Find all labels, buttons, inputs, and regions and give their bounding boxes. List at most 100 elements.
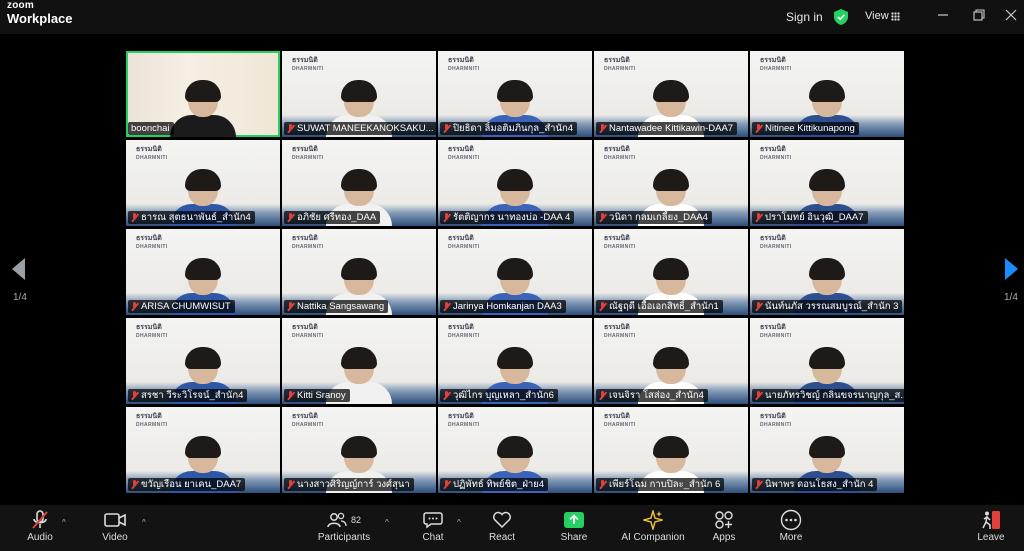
participant-video-tile[interactable]: ธรรมนิติ DHARMNITI เพียร์โฉม กาบปิละ_สำนัก…	[594, 407, 748, 493]
page-indicator-left: 1/4	[13, 292, 27, 303]
muted-mic-icon	[443, 124, 450, 133]
participant-name-label: วนิดา กลมเกลี้ยง_DAA4	[596, 211, 712, 224]
participant-video-tile[interactable]: ธรรมนิติ DHARMNITI นันท์นภัส วรรณสมบูรณ์_ส…	[750, 229, 904, 315]
participant-name-label: Nitinee Kittikunapong	[752, 122, 859, 135]
participant-name: วุฒิไกร บุญเหลา_สำนัก6	[453, 390, 554, 401]
participant-video-tile[interactable]: ธรรมนิติ DHARMNITI อภิชัย ศรีทอง_DAA	[282, 140, 436, 226]
apps-button[interactable]: Apps	[689, 508, 759, 543]
participant-name: SUWAT MANEEKANOKSAKU...	[297, 123, 434, 134]
minimize-icon[interactable]	[936, 8, 950, 22]
participant-video-tile[interactable]: ธรรมนิติ DHARMNITI ขวัญเรือน ยาเคน_DAA7	[126, 407, 280, 493]
muted-mic-icon	[131, 302, 138, 311]
muted-mic-icon	[599, 480, 606, 489]
share-button[interactable]: Share	[539, 508, 609, 543]
previous-page-arrow-icon[interactable]	[12, 258, 25, 280]
participants-options-caret-icon[interactable]: ^	[385, 518, 389, 527]
dharmniti-logo: ธรรมนิติ DHARMNITI	[292, 413, 324, 428]
participant-video-tile[interactable]: ธรรมนิติ DHARMNITI สรชา วีระวิโรจน์_สำนัก4	[126, 318, 280, 404]
participant-video-tile[interactable]: ธรรมนิติ DHARMNITI Nitinee Kittikunapong	[750, 51, 904, 137]
participant-name-label: วุฒิไกร บุญเหลา_สำนัก6	[440, 389, 558, 402]
dharmniti-logo: ธรรมนิติ DHARMNITI	[448, 413, 480, 428]
participant-video-tile[interactable]: ธรรมนิติ DHARMNITI รัตติญากร นาทองบ่อ -DAA…	[438, 140, 592, 226]
participant-video-tile[interactable]: ธรรมนิติ DHARMNITI วนิดา กลมเกลี้ยง_DAA4	[594, 140, 748, 226]
participant-name-label: ธารณ สุตธนาพันธ์_สำนัก4	[128, 211, 255, 224]
heart-icon	[493, 511, 511, 529]
muted-mic-icon	[131, 480, 138, 489]
leave-door-icon	[982, 511, 1000, 529]
dharmniti-logo: ธรรมนิติ DHARMNITI	[136, 324, 168, 339]
participant-name: นันท์นภัส วรรณสมบูรณ์_สำนัก 3	[765, 301, 899, 312]
muted-mic-icon	[599, 302, 606, 311]
brand-zoom: zoom	[7, 0, 34, 11]
muted-mic-icon	[599, 213, 606, 222]
participant-video-tile[interactable]: ธรรมนิติ DHARMNITI ปฏิพัทธ์ ทิพย์ชิต_ฝ่าย4	[438, 407, 592, 493]
close-icon[interactable]	[1004, 8, 1018, 22]
participant-name-label: boonchai	[128, 122, 174, 135]
participant-name-label: ขวัญเรือน ยาเคน_DAA7	[128, 478, 246, 491]
chat-options-caret-icon[interactable]: ^	[457, 518, 461, 527]
muted-mic-icon	[287, 391, 294, 400]
participant-video-tile[interactable]: ธรรมนิติ DHARMNITI SUWAT MANEEKANOKSAKU...	[282, 51, 436, 137]
participant-video-tile[interactable]: ธรรมนิติ DHARMNITI ปิยธิดา ลิ้มอติมภินกุล_…	[438, 51, 592, 137]
participant-video-tile[interactable]: boonchai	[126, 51, 280, 137]
next-page-arrow-icon[interactable]	[1005, 258, 1018, 280]
audio-options-caret-icon[interactable]: ^	[62, 518, 66, 527]
restore-icon[interactable]	[972, 8, 986, 22]
participant-video-tile[interactable]: ธรรมนิติ DHARMNITI ปราโมทย์ อินวุฒิ_DAA7	[750, 140, 904, 226]
participant-video-tile[interactable]: ธรรมนิติ DHARMNITI Kitti Sranoy	[282, 318, 436, 404]
participant-video-tile[interactable]: ธรรมนิติ DHARMNITI เจนจิรา โสส่อง_สำนัก4	[594, 318, 748, 404]
participant-name-label: นางสาวศิริญญ์การ์ วงศ์สุนา	[284, 478, 414, 491]
ai-sparkle-icon	[643, 510, 663, 530]
video-camera-icon	[104, 513, 126, 527]
view-grid-icon[interactable]	[891, 12, 900, 21]
participant-name: เจนจิรา โสส่อง_สำนัก4	[609, 390, 704, 401]
dharmniti-logo: ธรรมนิติ DHARMNITI	[292, 324, 324, 339]
participant-video-tile[interactable]: ธรรมนิติ DHARMNITI Nantawadee Kittikawin-D…	[594, 51, 748, 137]
more-button[interactable]: More	[756, 508, 826, 543]
participant-name: boonchai	[131, 123, 170, 134]
participant-video-tile[interactable]: ธรรมนิติ DHARMNITI Jarinya Homkanjan DAA3	[438, 229, 592, 315]
page-indicator-right: 1/4	[1004, 292, 1018, 303]
participant-name: เพียร์โฉม กาบปิละ_สำนัก 6	[609, 479, 721, 490]
view-button[interactable]: View	[865, 10, 889, 22]
participant-video-tile[interactable]: ธรรมนิติ DHARMNITI Nattika Sangsawang	[282, 229, 436, 315]
participant-name: Nantawadee Kittikawin-DAA7	[609, 123, 734, 134]
participant-name-label: ปราโมทย์ อินวุฒิ_DAA7	[752, 211, 868, 224]
dharmniti-logo: ธรรมนิติ DHARMNITI	[448, 146, 480, 161]
participant-video-tile[interactable]: ธรรมนิติ DHARMNITI วุฒิไกร บุญเหลา_สำนัก6	[438, 318, 592, 404]
participant-video-tile[interactable]: ธรรมนิติ DHARMNITI นายภัทรวิชญ์ กลิ่นขจรนา…	[750, 318, 904, 404]
dharmniti-logo: ธรรมนิติ DHARMNITI	[760, 57, 792, 72]
participant-name: Kitti Sranoy	[297, 390, 346, 401]
participant-name-label: เพียร์โฉม กาบปิละ_สำนัก 6	[596, 478, 725, 491]
dharmniti-logo: ธรรมนิติ DHARMNITI	[604, 235, 636, 250]
participant-name: ARISA CHUMWISUT	[141, 301, 231, 312]
muted-mic-icon	[755, 302, 762, 311]
video-button[interactable]: Video	[80, 508, 150, 543]
participant-video-tile[interactable]: ธรรมนิติ DHARMNITI นิพาพร ดอนโธสง_สำนัก 4	[750, 407, 904, 493]
muted-mic-icon	[287, 480, 294, 489]
participant-name-label: สรชา วีระวิโรจน์_สำนัก4	[128, 389, 248, 402]
participant-name: Jarinya Homkanjan DAA3	[453, 301, 562, 312]
ai-companion-button[interactable]: AI Companion	[617, 508, 689, 543]
participant-video-tile[interactable]: ธรรมนิติ DHARMNITI ณัฐฤดี เอื้อเอกสิทธิ์_ส…	[594, 229, 748, 315]
participant-name: อภิชัย ศรีทอง_DAA	[297, 212, 377, 223]
dharmniti-logo: ธรรมนิติ DHARMNITI	[760, 324, 792, 339]
react-button[interactable]: React	[467, 508, 537, 543]
participant-video-tile[interactable]: ธรรมนิติ DHARMNITI นางสาวศิริญญ์การ์ วงศ์ส…	[282, 407, 436, 493]
sign-in-link[interactable]: Sign in	[786, 10, 823, 24]
dharmniti-logo: ธรรมนิติ DHARMNITI	[292, 235, 324, 250]
video-options-caret-icon[interactable]: ^	[142, 518, 146, 527]
participant-video-tile[interactable]: ธรรมนิติ DHARMNITI ธารณ สุตธนาพันธ์_สำนัก4	[126, 140, 280, 226]
participant-name-label: ณัฐฤดี เอื้อเอกสิทธิ์_สำนัก1	[596, 300, 723, 313]
participant-name: วนิดา กลมเกลี้ยง_DAA4	[609, 212, 708, 223]
participants-button[interactable]: 82 Participants	[309, 508, 379, 543]
muted-mic-icon	[443, 213, 450, 222]
participant-video-tile[interactable]: ธรรมนิติ DHARMNITI ARISA CHUMWISUT	[126, 229, 280, 315]
leave-button[interactable]: Leave	[961, 508, 1021, 543]
participant-name: ขวัญเรือน ยาเคน_DAA7	[141, 479, 242, 490]
dharmniti-logo: ธรรมนิติ DHARMNITI	[604, 324, 636, 339]
encryption-shield-icon[interactable]	[834, 9, 848, 25]
dharmniti-logo: ธรรมนิติ DHARMNITI	[448, 324, 480, 339]
dharmniti-logo: ธรรมนิติ DHARMNITI	[448, 57, 480, 72]
participant-name: ปฏิพัทธ์ ทิพย์ชิต_ฝ่าย4	[453, 479, 545, 490]
